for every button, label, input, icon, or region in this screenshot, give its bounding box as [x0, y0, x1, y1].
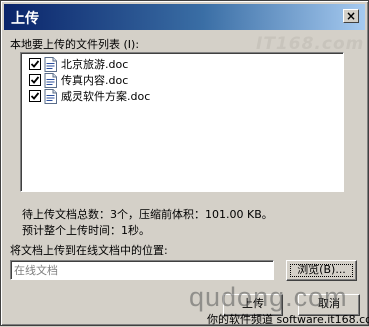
close-icon: × [345, 9, 357, 23]
location-input[interactable] [10, 260, 274, 280]
file-checkbox[interactable] [29, 58, 41, 70]
summary-time: 预计整个上传时间：1秒。 [22, 224, 150, 237]
checkmark-icon [30, 76, 40, 84]
browse-button[interactable]: 浏览(B)... [286, 260, 357, 281]
word-doc-icon [44, 56, 57, 72]
upload-dialog: 上传 × IT168.com 本地要上传的文件列表 (I): 北京旅游.doc [0, 0, 369, 326]
summary-total: 待上传文档总数：3个，压缩前体积：101.00 KB。 [22, 208, 273, 221]
word-doc-icon [44, 72, 57, 88]
file-name: 北京旅游.doc [61, 58, 129, 71]
file-name: 传真内容.doc [61, 74, 129, 87]
file-checkbox[interactable] [29, 74, 41, 86]
watermark-it168: IT168.com [256, 34, 365, 54]
file-list-label: 本地要上传的文件列表 (I): [10, 38, 140, 51]
word-doc-icon [44, 88, 57, 104]
list-item[interactable]: 传真内容.doc [29, 72, 128, 88]
close-button[interactable]: × [343, 9, 359, 23]
checkmark-icon [30, 92, 40, 100]
checkmark-icon [30, 60, 40, 68]
list-item[interactable]: 威灵软件方案.doc [29, 88, 150, 104]
title-bar[interactable]: 上传 × [4, 4, 365, 30]
file-name: 威灵软件方案.doc [61, 90, 151, 103]
file-list[interactable]: 北京旅游.doc 传真内容.doc 威灵软件方案.doc [20, 52, 344, 192]
file-checkbox[interactable] [29, 90, 41, 102]
watermark-qudong: qudong.com [189, 282, 348, 312]
dialog-title: 上传 [11, 11, 39, 27]
list-item[interactable]: 北京旅游.doc [29, 56, 128, 72]
focus-rect [290, 264, 353, 277]
location-label: 将文档上传到在线文档中的位置: [10, 244, 168, 257]
watermark-site: 你的软件频道 software.it168.com [207, 313, 369, 326]
